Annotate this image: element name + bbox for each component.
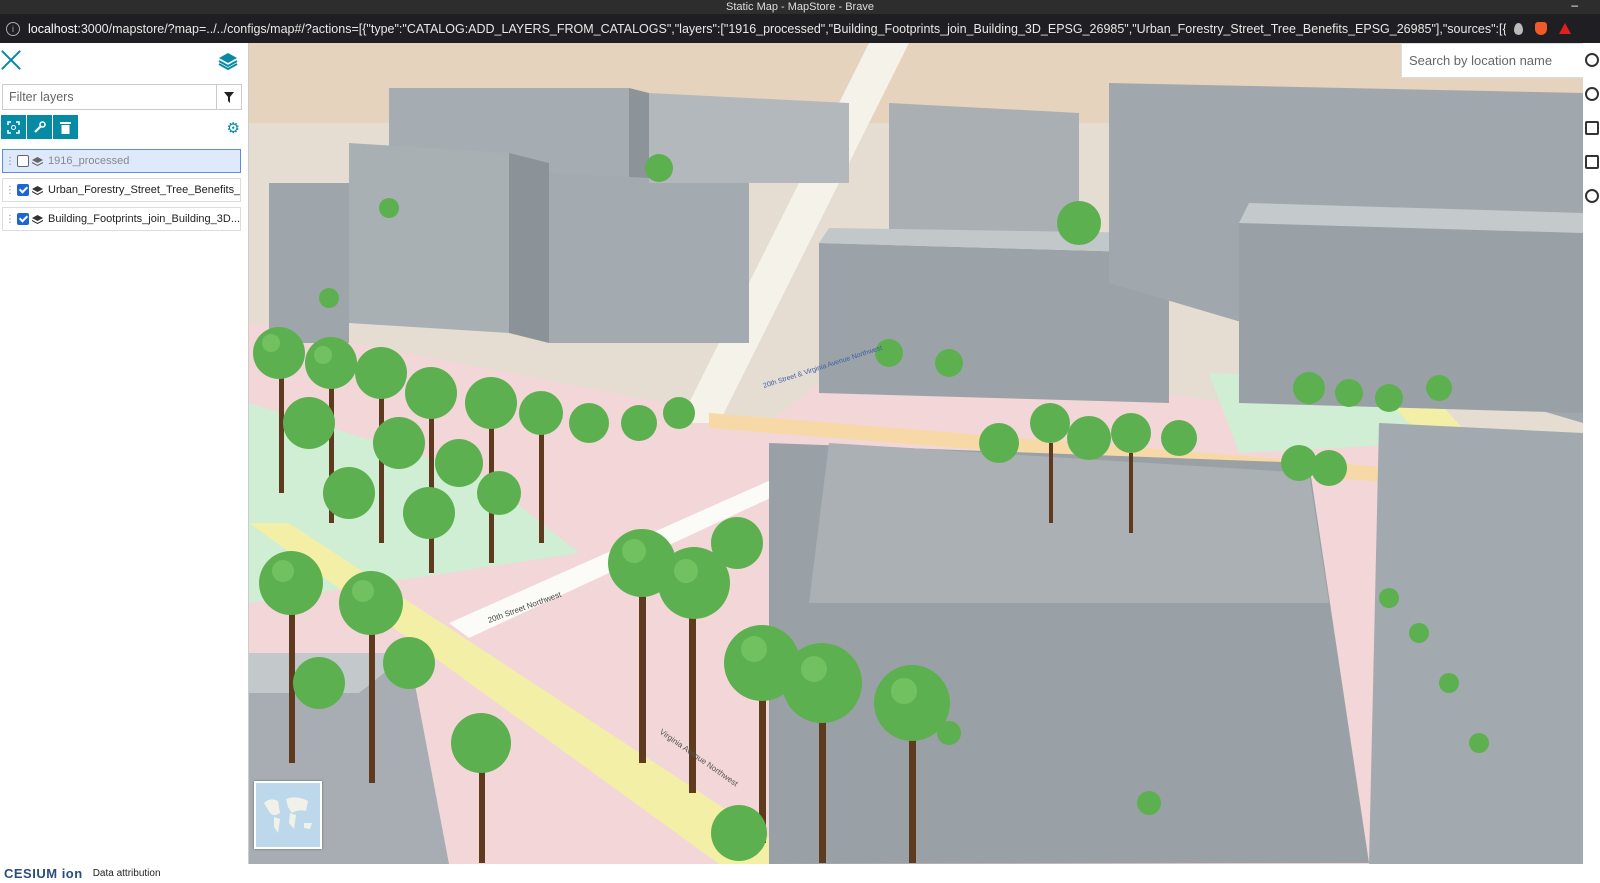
url-text[interactable]: localhost:3000/mapstore/?map=../../confi…	[28, 22, 1506, 36]
mapstore-app: ⚙ ⋮⋮ 1916_processed ⋮⋮ Urban_Forestry_St…	[0, 43, 1600, 864]
address-bar[interactable]: i localhost:3000/mapstore/?map=../../con…	[0, 14, 1600, 43]
url-host: localhost	[28, 21, 78, 36]
map-footer: CESIUM ion Data attribution	[0, 864, 1600, 883]
warning-icon[interactable]	[1559, 23, 1571, 34]
logo-text: CESIUM	[4, 866, 58, 881]
history-icon[interactable]	[1585, 87, 1599, 101]
layers-icon	[218, 53, 238, 71]
settings-gear-icon[interactable]: ⚙	[227, 119, 240, 137]
settings-icon[interactable]	[1585, 189, 1599, 203]
wrench-icon[interactable]	[27, 115, 52, 139]
layer-name: 1916_processed	[48, 155, 130, 167]
logo-text-ion: ion	[61, 866, 83, 881]
measure-icon[interactable]	[1585, 155, 1599, 169]
window-title-bar: Static Map - MapStore - Brave –	[0, 0, 1600, 14]
download-icon[interactable]	[1585, 53, 1599, 67]
zoom-to-icon[interactable]	[1, 115, 26, 139]
brave-shield-icon[interactable]	[1535, 22, 1547, 35]
info-icon[interactable]: i	[6, 21, 20, 36]
search-input[interactable]	[1402, 52, 1583, 69]
layer-icon	[32, 185, 43, 195]
layer-icon	[32, 156, 43, 166]
layer-item[interactable]: ⋮⋮ Urban_Forestry_Street_Tree_Benefits_.…	[2, 178, 241, 202]
layer-name: Building_Footprints_join_Building_3D...	[48, 213, 241, 225]
world-map-icon	[264, 797, 312, 833]
map-viewport-3d[interactable]: 20th Street Northwest Virginia Avenue No…	[249, 43, 1583, 864]
trash-icon[interactable]	[53, 115, 78, 139]
drag-handle-icon[interactable]: ⋮⋮	[5, 214, 23, 225]
data-attribution-link[interactable]: Data attribution	[93, 868, 161, 879]
close-panel-icon[interactable]	[0, 49, 22, 71]
window-title: Static Map - MapStore - Brave	[726, 1, 874, 13]
layer-item[interactable]: ⋮⋮ Building_Footprints_join_Building_3D.…	[2, 207, 241, 231]
location-search: ⚙ 🔍︎ ☰	[1401, 43, 1583, 78]
right-toolbar	[1583, 43, 1600, 864]
background-selector-minimap[interactable]	[254, 781, 322, 849]
layer-list: ⋮⋮ 1916_processed ⋮⋮ Urban_Forestry_Stre…	[2, 149, 241, 236]
layer-visibility-checkbox[interactable]	[17, 155, 29, 167]
folder-icon[interactable]	[1585, 121, 1599, 135]
layer-icon	[32, 214, 43, 224]
layer-item[interactable]: ⋮⋮ 1916_processed	[2, 149, 241, 173]
url-path: :3000/mapstore/?map=../../configs/map#/?…	[77, 21, 1506, 36]
location-pin-icon[interactable]	[1514, 22, 1523, 35]
drag-handle-icon[interactable]: ⋮⋮	[5, 156, 23, 167]
layer-visibility-checkbox[interactable]	[17, 184, 29, 196]
city-3d-scene: 20th Street Northwest Virginia Avenue No…	[249, 43, 1583, 864]
layer-toolbar	[1, 115, 79, 139]
filter-funnel-icon[interactable]	[216, 85, 241, 109]
layer-name: Urban_Forestry_Street_Tree_Benefits_...	[48, 184, 241, 196]
cesium-ion-logo[interactable]: CESIUM ion	[4, 866, 83, 881]
layer-visibility-checkbox[interactable]	[17, 213, 29, 225]
drag-handle-icon[interactable]: ⋮⋮	[5, 185, 23, 196]
filter-layers	[2, 84, 242, 110]
window-close-button[interactable]: –	[1571, 0, 1578, 12]
filter-layers-input[interactable]	[3, 85, 216, 109]
toc-panel: ⚙ ⋮⋮ 1916_processed ⋮⋮ Urban_Forestry_St…	[0, 43, 249, 864]
